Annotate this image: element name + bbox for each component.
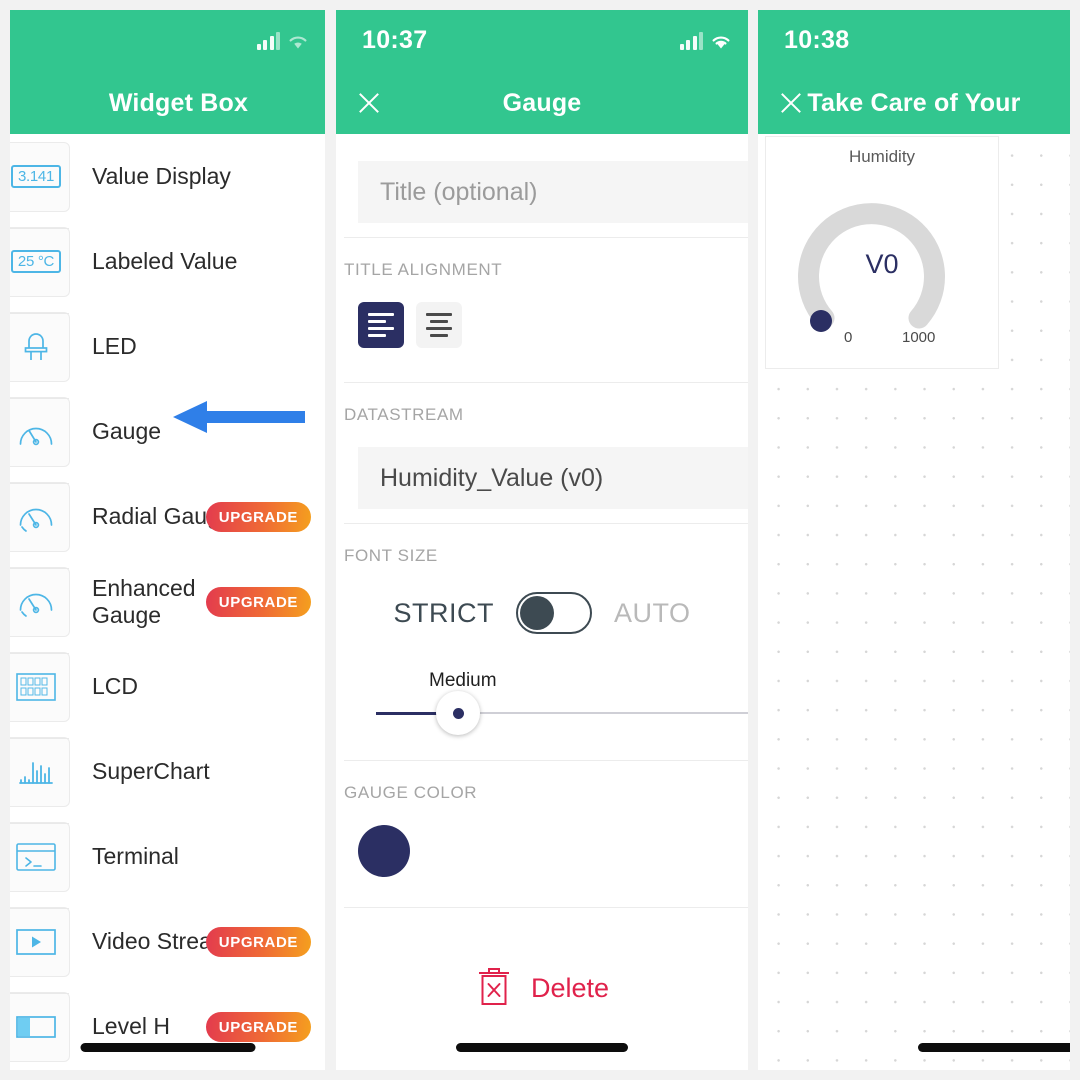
trash-x-icon <box>475 964 513 1013</box>
list-item-superchart[interactable]: SuperChart <box>10 729 325 814</box>
home-indicator <box>918 1043 1070 1052</box>
font-size-slider-value: Medium <box>429 670 497 691</box>
radial-gauge-icon <box>10 481 70 552</box>
list-item-label: Value Display <box>92 163 231 190</box>
nav-bar-right: Take Care of Your <box>758 72 1070 134</box>
gauge-color-swatch[interactable] <box>358 825 410 877</box>
phone-panel-widget-box: Widget Box 3.141 Value Display 25 °C Lab… <box>10 10 325 1070</box>
status-icons <box>256 32 310 50</box>
gauge-color-label: GAUGE COLOR <box>344 783 478 802</box>
divider <box>344 523 748 524</box>
gauge-icon <box>10 396 70 467</box>
nav-bar-mid: Gauge <box>336 72 748 134</box>
wifi-icon <box>710 32 732 50</box>
phone-panel-gauge-settings: 10:37 Gauge Title (optional) TITLE ALIGN… <box>336 10 748 1070</box>
font-size-mode-row: STRICT AUTO <box>336 592 748 634</box>
list-item-label: LCD <box>92 673 139 700</box>
signal-bars-icon <box>679 32 703 50</box>
list-item-enhanced-gauge[interactable]: Enhanced Gauge UPGRADE <box>10 559 325 644</box>
phone-panel-dashboard: 10:38 Take Care of Your Humidity V0 0 10… <box>758 10 1070 1070</box>
title-alignment-group[interactable] <box>336 280 748 368</box>
font-size-controls: STRICT AUTO Medium <box>336 566 748 746</box>
status-badge-upgrade[interactable]: UPGRADE <box>205 586 311 617</box>
labeled-value-icon-text: 25 °C <box>10 249 62 274</box>
list-item-video-stream[interactable]: Video Stream UPGRADE <box>10 899 325 984</box>
page-title-dashboard: Take Care of Your <box>807 88 1021 117</box>
status-bar-right: 10:38 <box>758 10 1070 72</box>
led-icon <box>10 311 70 382</box>
delete-button[interactable]: Delete <box>336 964 748 1013</box>
screenshot-stage: Widget Box 3.141 Value Display 25 °C Lab… <box>0 0 1080 1080</box>
status-badge-upgrade[interactable]: UPGRADE <box>205 926 311 957</box>
divider <box>344 237 748 238</box>
divider <box>344 760 748 761</box>
status-time: 10:38 <box>784 26 850 54</box>
signal-bars-icon <box>256 32 280 50</box>
labeled-value-icon: 25 °C <box>10 226 70 297</box>
font-size-toggle[interactable] <box>515 592 592 634</box>
list-item-lcd[interactable]: LCD <box>10 644 325 729</box>
status-badge-upgrade[interactable]: UPGRADE <box>205 501 311 532</box>
close-icon[interactable] <box>354 88 384 118</box>
font-size-slider[interactable]: Medium <box>336 670 748 746</box>
page-title-widget-box: Widget Box <box>108 88 249 117</box>
list-item-labeled-value[interactable]: 25 °C Labeled Value <box>10 219 325 304</box>
list-item-label: Labeled Value <box>92 248 238 275</box>
list-item-label: LED <box>92 333 137 360</box>
level-h-icon <box>10 991 70 1062</box>
delete-label: Delete <box>530 973 610 1003</box>
list-item-label: Terminal <box>92 843 179 870</box>
lcd-icon <box>10 651 70 722</box>
align-center-icon[interactable] <box>416 302 462 348</box>
strict-label: STRICT <box>393 597 494 628</box>
home-indicator <box>80 1043 255 1052</box>
align-left-icon[interactable] <box>358 302 404 348</box>
gauge-max-label: 1000 <box>902 329 936 346</box>
divider <box>344 907 748 908</box>
title-alignment-label: TITLE ALIGNMENT <box>344 260 503 279</box>
status-badge-upgrade[interactable]: UPGRADE <box>205 1011 311 1042</box>
list-item-label: SuperChart <box>92 758 210 785</box>
home-indicator <box>456 1043 628 1052</box>
widget-list[interactable]: 3.141 Value Display 25 °C Labeled Value <box>10 134 325 1070</box>
value-display-icon: 3.141 <box>10 141 70 212</box>
gauge-min-label: 0 <box>844 329 853 346</box>
gauge-widget-value: V0 <box>865 249 899 279</box>
page-title-gauge: Gauge <box>502 88 582 117</box>
list-item-label: Gauge <box>92 418 162 445</box>
divider <box>344 382 748 383</box>
value-display-icon-text: 3.141 <box>10 164 62 189</box>
slider-handle[interactable] <box>436 691 480 735</box>
list-item-label: Level H <box>92 1013 170 1040</box>
list-item-radial-gauge[interactable]: Radial Gauge UPGRADE <box>10 474 325 559</box>
datastream-select[interactable]: Humidity_Value (v0) <box>358 447 748 509</box>
list-item-level-h[interactable]: Level H UPGRADE <box>10 984 325 1069</box>
superchart-icon <box>10 736 70 807</box>
gauge-settings-form: Title (optional) TITLE ALIGNMENT DATASTR… <box>336 134 748 1070</box>
datastream-value: Humidity_Value (v0) <box>380 463 604 492</box>
auto-label: AUTO <box>613 597 691 628</box>
video-stream-icon <box>10 906 70 977</box>
status-bar-mid: 10:37 <box>336 10 748 72</box>
status-bar-left <box>10 10 325 72</box>
title-input[interactable]: Title (optional) <box>358 161 748 223</box>
terminal-icon <box>10 821 70 892</box>
wifi-icon <box>287 32 309 50</box>
list-item-value-display[interactable]: 3.141 Value Display <box>10 134 325 219</box>
status-icons <box>679 32 733 50</box>
status-time: 10:37 <box>362 26 428 54</box>
title-input-placeholder: Title (optional) <box>380 177 538 206</box>
enhanced-gauge-icon <box>10 566 70 637</box>
font-size-label: FONT SIZE <box>344 546 438 565</box>
nav-bar-left: Widget Box <box>10 72 325 134</box>
list-item-terminal[interactable]: Terminal <box>10 814 325 899</box>
list-item-led[interactable]: LED <box>10 304 325 389</box>
datastream-label: DATASTREAM <box>344 405 464 424</box>
dashboard-canvas[interactable]: Humidity V0 0 1000 <box>758 134 1070 1070</box>
gauge-widget[interactable]: Humidity V0 0 1000 <box>765 136 999 369</box>
close-icon[interactable] <box>776 88 806 118</box>
list-item-gauge[interactable]: Gauge <box>10 389 325 474</box>
